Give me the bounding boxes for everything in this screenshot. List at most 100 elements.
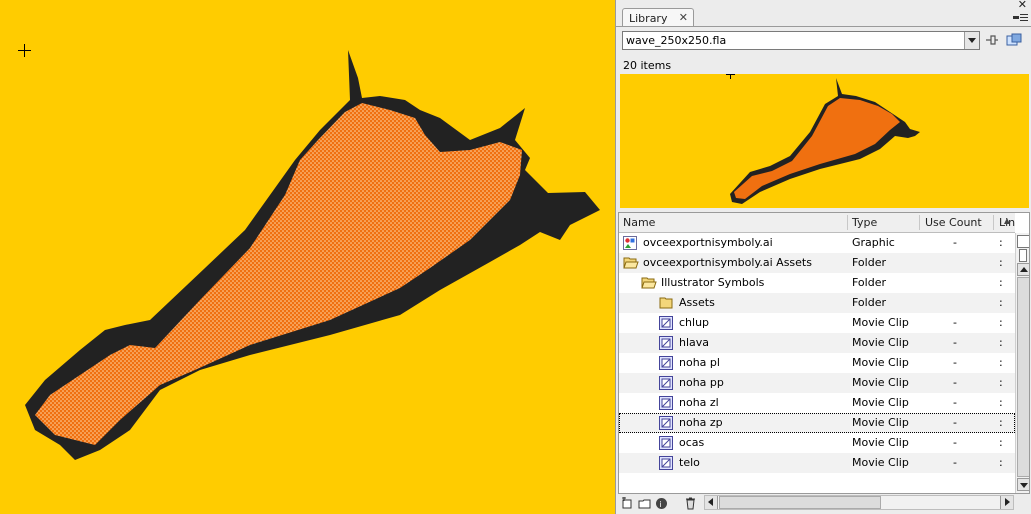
list-item[interactable]: ovceexportnisymboly.ai Assets Folder: <box>619 253 1015 273</box>
list-item[interactable]: hlava Movie Clip -: <box>619 333 1015 353</box>
item-name: noha pl <box>679 356 720 369</box>
properties-icon[interactable]: i <box>655 497 668 510</box>
graphic-symbol-icon <box>623 236 637 250</box>
document-select-value: wave_250x250.fla <box>626 34 727 47</box>
library-toolbar: i <box>618 494 1030 513</box>
symbol-preview <box>620 74 1029 208</box>
list-item[interactable]: ocas Movie Clip -: <box>619 433 1015 453</box>
crosshair-cursor-icon <box>18 44 31 57</box>
item-use-count: - <box>953 356 957 369</box>
item-type: Movie Clip <box>852 316 909 329</box>
stage-canvas[interactable] <box>0 0 615 514</box>
scroll-down-icon[interactable] <box>1017 478 1029 491</box>
list-item[interactable]: telo Movie Clip -: <box>619 453 1015 473</box>
item-type: Movie Clip <box>852 456 909 469</box>
new-folder-icon[interactable] <box>638 497 651 510</box>
item-type: Movie Clip <box>852 396 909 409</box>
tab-close-icon[interactable]: ✕ <box>679 11 688 24</box>
item-use-count: - <box>953 236 957 249</box>
movie-clip-icon <box>659 396 673 410</box>
item-name: Assets <box>679 296 715 309</box>
column-header-name[interactable]: Name <box>623 216 655 229</box>
item-type: Movie Clip <box>852 356 909 369</box>
list-item[interactable]: ovceexportnisymboly.ai Graphic -: <box>619 233 1015 253</box>
item-type: Folder <box>852 296 886 309</box>
item-type: Folder <box>852 276 886 289</box>
column-header-type[interactable]: Type <box>852 216 877 229</box>
new-library-panel-icon[interactable] <box>1005 32 1023 49</box>
item-use-count: - <box>953 316 957 329</box>
list-item[interactable]: Illustrator Symbols Folder: <box>619 273 1015 293</box>
chevron-down-icon[interactable] <box>964 32 979 49</box>
selected-shape[interactable] <box>0 0 615 514</box>
document-select[interactable]: wave_250x250.fla <box>622 31 980 50</box>
item-linkage: : <box>999 256 1003 269</box>
folder-open-icon <box>623 256 639 270</box>
item-type: Movie Clip <box>852 336 909 349</box>
scroll-up-icon[interactable] <box>1017 263 1029 276</box>
list-item[interactable]: noha pp Movie Clip -: <box>619 373 1015 393</box>
item-type: Movie Clip <box>852 436 909 449</box>
list-item[interactable]: noha zl Movie Clip -: <box>619 393 1015 413</box>
svg-text:i: i <box>660 500 662 509</box>
item-use-count: - <box>953 376 957 389</box>
item-name: noha pp <box>679 376 724 389</box>
item-type: Graphic <box>852 236 895 249</box>
scroll-right-icon[interactable] <box>1000 496 1013 509</box>
item-type: Movie Clip <box>852 416 909 429</box>
tab-library[interactable]: Library ✕ <box>622 8 694 27</box>
item-type: Folder <box>852 256 886 269</box>
list-item[interactable]: noha zp Movie Clip -: <box>619 413 1015 433</box>
panel-options-menu-icon[interactable] <box>1013 11 1028 25</box>
item-linkage: : <box>999 356 1003 369</box>
item-linkage: : <box>999 416 1003 429</box>
item-name: ovceexportnisymboly.ai <box>643 236 773 249</box>
wide-view-icon[interactable] <box>1017 235 1029 248</box>
item-linkage: : <box>999 456 1003 469</box>
movie-clip-icon <box>659 376 673 390</box>
item-use-count: - <box>953 416 957 429</box>
item-linkage: : <box>999 316 1003 329</box>
library-items-list[interactable]: Name Type Use Count Lin ovceexportnisymb… <box>618 212 1030 494</box>
item-use-count: - <box>953 436 957 449</box>
library-panel: ✕ Library ✕ wave_250x250.fla 20 items Na… <box>615 0 1031 514</box>
item-name: noha zp <box>679 416 723 429</box>
narrow-view-icon[interactable] <box>1019 249 1027 262</box>
list-item[interactable]: chlup Movie Clip -: <box>619 313 1015 333</box>
item-use-count: - <box>953 456 957 469</box>
list-header: Name Type Use Count Lin <box>619 213 1015 233</box>
delete-trash-icon[interactable] <box>684 497 697 510</box>
movie-clip-icon <box>659 316 673 330</box>
folder-open-icon <box>641 276 657 290</box>
item-linkage: : <box>999 376 1003 389</box>
item-name: ovceexportnisymboly.ai Assets <box>643 256 812 269</box>
panel-close-icon[interactable]: ✕ <box>1018 0 1027 10</box>
movie-clip-icon <box>659 336 673 350</box>
item-linkage: : <box>999 236 1003 249</box>
item-name: Illustrator Symbols <box>661 276 765 289</box>
new-symbol-icon[interactable] <box>621 497 634 510</box>
item-linkage: : <box>999 336 1003 349</box>
horizontal-scroll-thumb[interactable] <box>719 496 881 509</box>
scroll-left-icon[interactable] <box>705 496 718 509</box>
column-header-use-count[interactable]: Use Count <box>925 216 982 229</box>
list-item[interactable]: noha pl Movie Clip -: <box>619 353 1015 373</box>
movie-clip-icon <box>659 456 673 470</box>
item-use-count: - <box>953 336 957 349</box>
item-count: 20 items <box>623 59 672 72</box>
sort-ascending-icon[interactable] <box>1004 218 1010 224</box>
item-name: chlup <box>679 316 710 329</box>
item-use-count: - <box>953 396 957 409</box>
vertical-scrollbar[interactable] <box>1015 233 1029 493</box>
item-linkage: : <box>999 276 1003 289</box>
tab-library-label: Library <box>629 12 668 25</box>
movie-clip-icon <box>659 416 673 430</box>
item-linkage: : <box>999 396 1003 409</box>
list-item[interactable]: Assets Folder: <box>619 293 1015 313</box>
item-linkage: : <box>999 296 1003 309</box>
horizontal-scrollbar[interactable] <box>704 495 1014 510</box>
pin-library-icon[interactable] <box>982 32 1000 49</box>
movie-clip-icon <box>659 356 673 370</box>
item-name: hlava <box>679 336 710 349</box>
scroll-thumb[interactable] <box>1017 277 1029 477</box>
